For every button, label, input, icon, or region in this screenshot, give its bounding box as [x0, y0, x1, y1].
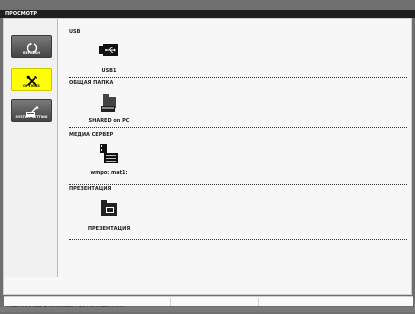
media-server-item[interactable]: wmpo: mat1:	[68, 144, 150, 178]
system-setting-icon	[12, 103, 51, 117]
section-title-presentation: ПРЕЗЕНТАЦИЯ	[69, 186, 112, 192]
section-title-media-server: МЕДИА СЕРВЕР	[69, 132, 114, 138]
bottom-strip	[0, 307, 415, 312]
refresh-icon	[12, 39, 51, 54]
tools-icon	[12, 72, 51, 86]
section-title-usb: USB	[69, 29, 81, 35]
media-server-icon	[100, 144, 118, 168]
usb-drive-icon	[99, 42, 119, 61]
usb1-label: USB1	[101, 68, 117, 74]
media-server-label: wmpo: mat1:	[90, 170, 128, 176]
options-button[interactable]: OPTIONS	[11, 68, 52, 91]
presentation-label: ПРЕЗЕНТАЦИЯ	[87, 226, 131, 232]
shared-folder-icon	[101, 94, 117, 116]
shared-on-pc-item[interactable]: SHARED on PC	[68, 94, 150, 128]
title-bar: ПРОСМОТР	[0, 10, 415, 18]
sidebar: REFRESH OPTIONS SYSTEM SETTING	[4, 19, 58, 277]
refresh-label: REFRESH	[23, 51, 40, 55]
refresh-button[interactable]: REFRESH	[11, 35, 52, 58]
section-divider	[69, 77, 407, 78]
shared-on-pc-label: SHARED on PC	[88, 118, 130, 124]
section-divider	[69, 127, 407, 128]
section-title-shared-folder: ОБЩАЯ ПАПКА	[69, 80, 114, 86]
presentation-item[interactable]: ПРЕЗЕНТАЦИЯ	[68, 200, 150, 234]
status-separator	[258, 298, 259, 306]
presentation-folder-icon	[101, 200, 117, 221]
window-title: ПРОСМОТР	[5, 11, 38, 17]
status-strip	[4, 296, 413, 306]
usb1-item[interactable]: USB1	[68, 42, 150, 76]
system-setting-button[interactable]: SYSTEM SETTING	[11, 99, 52, 122]
source-list: USB USB1 ОБЩАЯ ПАПКА SHARED on PC МЕДИА …	[58, 19, 411, 277]
section-divider	[69, 184, 407, 185]
system-setting-label: SYSTEM SETTING	[15, 115, 48, 119]
viewer-window: REFRESH OPTIONS SYSTEM SETTING USB USB1 …	[3, 18, 413, 312]
section-divider	[69, 239, 407, 240]
status-separator	[170, 298, 171, 306]
options-label: OPTIONS	[23, 84, 40, 88]
